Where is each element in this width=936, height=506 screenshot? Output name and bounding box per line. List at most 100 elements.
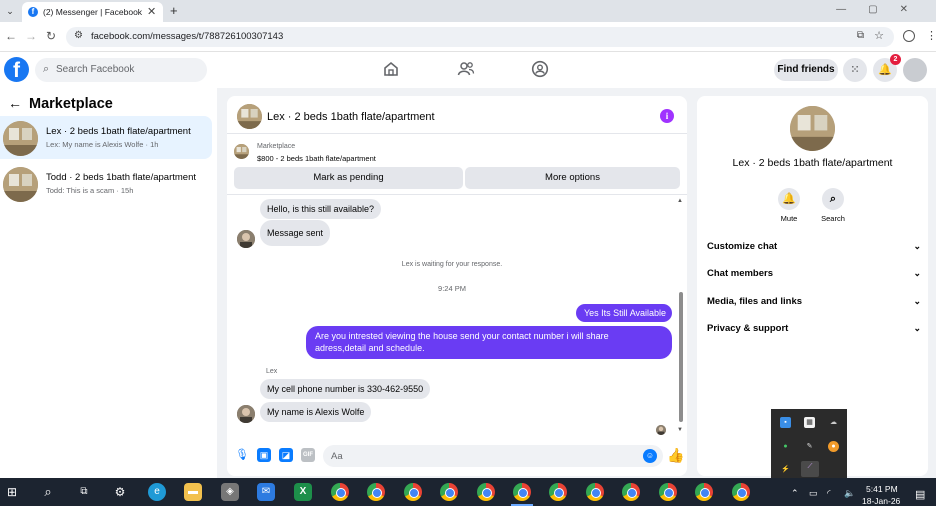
- mute-bell-icon[interactable]: 🔔: [778, 188, 800, 210]
- chat-scrollbar[interactable]: ▲ ▼: [677, 198, 685, 433]
- new-tab-icon[interactable]: +: [170, 3, 178, 18]
- browser-tab[interactable]: f (2) Messenger | Facebook ✕: [22, 2, 163, 22]
- tray-app-icon[interactable]: ●: [828, 441, 839, 452]
- cast-icon[interactable]: ⧉: [857, 30, 864, 41]
- microphone-icon[interactable]: 🎙: [235, 448, 249, 462]
- mute-label: Mute: [780, 214, 798, 223]
- row-label: Chat members: [707, 268, 773, 279]
- message-placeholder[interactable]: Aa: [331, 451, 343, 462]
- find-friends-button[interactable]: Find friends: [774, 59, 838, 81]
- file-explorer-icon[interactable]: ▬: [184, 483, 202, 501]
- scroll-up-arrow-icon[interactable]: ▲: [677, 198, 683, 204]
- back-icon[interactable]: ←: [5, 29, 17, 43]
- chrome-icon[interactable]: [549, 483, 567, 501]
- chat-panel: Lex · 2 beds 1bath flate/apartment i Mar…: [227, 96, 687, 476]
- task-view-icon[interactable]: ⧉: [75, 483, 93, 501]
- chrome-icon[interactable]: [732, 483, 750, 501]
- window-controls[interactable]: —▢✕: [836, 4, 930, 15]
- back-arrow-icon[interactable]: ←: [8, 95, 22, 111]
- friends-icon[interactable]: [457, 60, 475, 78]
- customize-chat-row[interactable]: Customize chat ⌄: [707, 241, 921, 257]
- chat-listing-thumbnail[interactable]: [237, 104, 262, 129]
- tray-app-icon[interactable]: ●: [780, 441, 791, 452]
- privacy-support-row[interactable]: Privacy & support ⌄: [707, 323, 921, 339]
- address-bar[interactable]: ⚙ facebook.com/messages/t/78872610030714…: [66, 27, 894, 47]
- conversation-preview: Todd: This is a scam · 15h: [46, 186, 134, 195]
- battery-icon[interactable]: ▭: [809, 488, 818, 499]
- tab-close-icon[interactable]: ✕: [147, 5, 156, 18]
- conversation-item-todd[interactable]: Todd · 2 beds 1bath flate/apartment Todd…: [0, 162, 212, 205]
- windows-start-icon[interactable]: ⊞: [3, 483, 21, 501]
- app-icon[interactable]: ◈: [221, 483, 239, 501]
- conversation-title: Lex · 2 beds 1bath flate/apartment: [46, 126, 191, 137]
- tray-app-icon[interactable]: ⚡: [780, 464, 791, 475]
- emoji-icon[interactable]: ☺: [643, 449, 657, 463]
- menu-grid-icon[interactable]: ⁙: [843, 58, 867, 82]
- volume-icon[interactable]: 🔈: [844, 488, 855, 499]
- account-avatar[interactable]: [903, 58, 927, 82]
- listing-price[interactable]: $800 - 2 beds 1bath flate/apartment: [257, 154, 376, 163]
- scroll-down-arrow-icon[interactable]: ▼: [677, 427, 683, 433]
- info-listing-thumbnail[interactable]: [790, 106, 835, 151]
- photo-icon[interactable]: ▣: [257, 448, 271, 462]
- search-box[interactable]: ⌕ Search Facebook: [35, 58, 207, 82]
- chrome-icon[interactable]: [586, 483, 604, 501]
- conversation-item-lex[interactable]: Lex · 2 beds 1bath flate/apartment Lex: …: [0, 116, 212, 159]
- chrome-icon[interactable]: [477, 483, 495, 501]
- show-hidden-icons-chevron-icon[interactable]: ⌃: [791, 488, 799, 499]
- tray-app-icon[interactable]: ⟋: [801, 461, 819, 477]
- chrome-icon[interactable]: [513, 483, 531, 501]
- contact-avatar[interactable]: [237, 230, 255, 248]
- tray-app-icon[interactable]: ▦: [804, 417, 815, 428]
- profile-icon[interactable]: [903, 30, 915, 42]
- settings-gear-icon[interactable]: ⚙: [111, 483, 129, 501]
- tab-search-icon[interactable]: ⌄: [3, 5, 17, 18]
- search-icon[interactable]: ⌕: [39, 483, 57, 501]
- facebook-favicon-icon: f: [28, 7, 38, 17]
- url-text[interactable]: facebook.com/messages/t/788726100307143: [91, 31, 283, 42]
- menu-dots-icon[interactable]: ⋮: [926, 29, 936, 42]
- facebook-logo-icon[interactable]: f: [4, 57, 29, 82]
- taskbar-time[interactable]: 5:41 PM: [866, 484, 898, 494]
- gif-icon[interactable]: GIF: [301, 448, 315, 462]
- chat-members-row[interactable]: Chat members ⌄: [707, 268, 921, 284]
- message-outgoing-multiline: Are you intrested viewing the house send…: [306, 326, 672, 359]
- taskbar-date[interactable]: 18-Jan-26: [862, 496, 900, 506]
- chrome-icon[interactable]: [659, 483, 677, 501]
- chrome-icon[interactable]: [622, 483, 640, 501]
- site-info-icon[interactable]: ⚙: [74, 30, 83, 41]
- chrome-icon[interactable]: [331, 483, 349, 501]
- tray-app-icon[interactable]: ✎: [804, 441, 815, 452]
- cloud-icon[interactable]: ☁: [828, 417, 839, 428]
- chrome-icon[interactable]: [695, 483, 713, 501]
- search-input[interactable]: Search Facebook: [56, 64, 134, 75]
- forward-icon[interactable]: →: [25, 29, 37, 43]
- wifi-icon[interactable]: ◜: [827, 488, 831, 499]
- home-icon[interactable]: [382, 60, 400, 78]
- chat-title[interactable]: Lex · 2 beds 1bath flate/apartment: [267, 111, 435, 123]
- search-icon[interactable]: ⌕: [822, 188, 844, 210]
- media-files-links-row[interactable]: Media, files and links ⌄: [707, 296, 921, 312]
- edge-browser-icon[interactable]: e: [148, 483, 166, 501]
- info-icon[interactable]: i: [660, 109, 674, 123]
- tray-app-icon[interactable]: ▪: [780, 417, 791, 428]
- divider: [227, 194, 687, 195]
- notification-center-icon[interactable]: ▤: [915, 488, 925, 501]
- info-title: Lex · 2 beds 1bath flate/apartment: [732, 157, 893, 169]
- chrome-icon[interactable]: [367, 483, 385, 501]
- contact-avatar[interactable]: [237, 405, 255, 423]
- groups-icon[interactable]: [531, 60, 549, 78]
- thumbs-up-icon[interactable]: 👍: [667, 447, 684, 464]
- sticker-icon[interactable]: ◪: [279, 448, 293, 462]
- chrome-icon[interactable]: [404, 483, 422, 501]
- bookmark-star-icon[interactable]: ☆: [874, 29, 884, 42]
- more-options-button[interactable]: More options: [465, 167, 680, 189]
- conversation-title: Todd · 2 beds 1bath flate/apartment: [46, 172, 196, 183]
- message-input[interactable]: Aa ☺: [323, 445, 663, 467]
- scroll-thumb[interactable]: [679, 292, 683, 422]
- mark-as-pending-button[interactable]: Mark as pending: [234, 167, 463, 189]
- reload-icon[interactable]: ↻: [46, 29, 56, 43]
- excel-icon[interactable]: X: [294, 483, 312, 501]
- outlook-icon[interactable]: ✉: [257, 483, 275, 501]
- chrome-icon[interactable]: [440, 483, 458, 501]
